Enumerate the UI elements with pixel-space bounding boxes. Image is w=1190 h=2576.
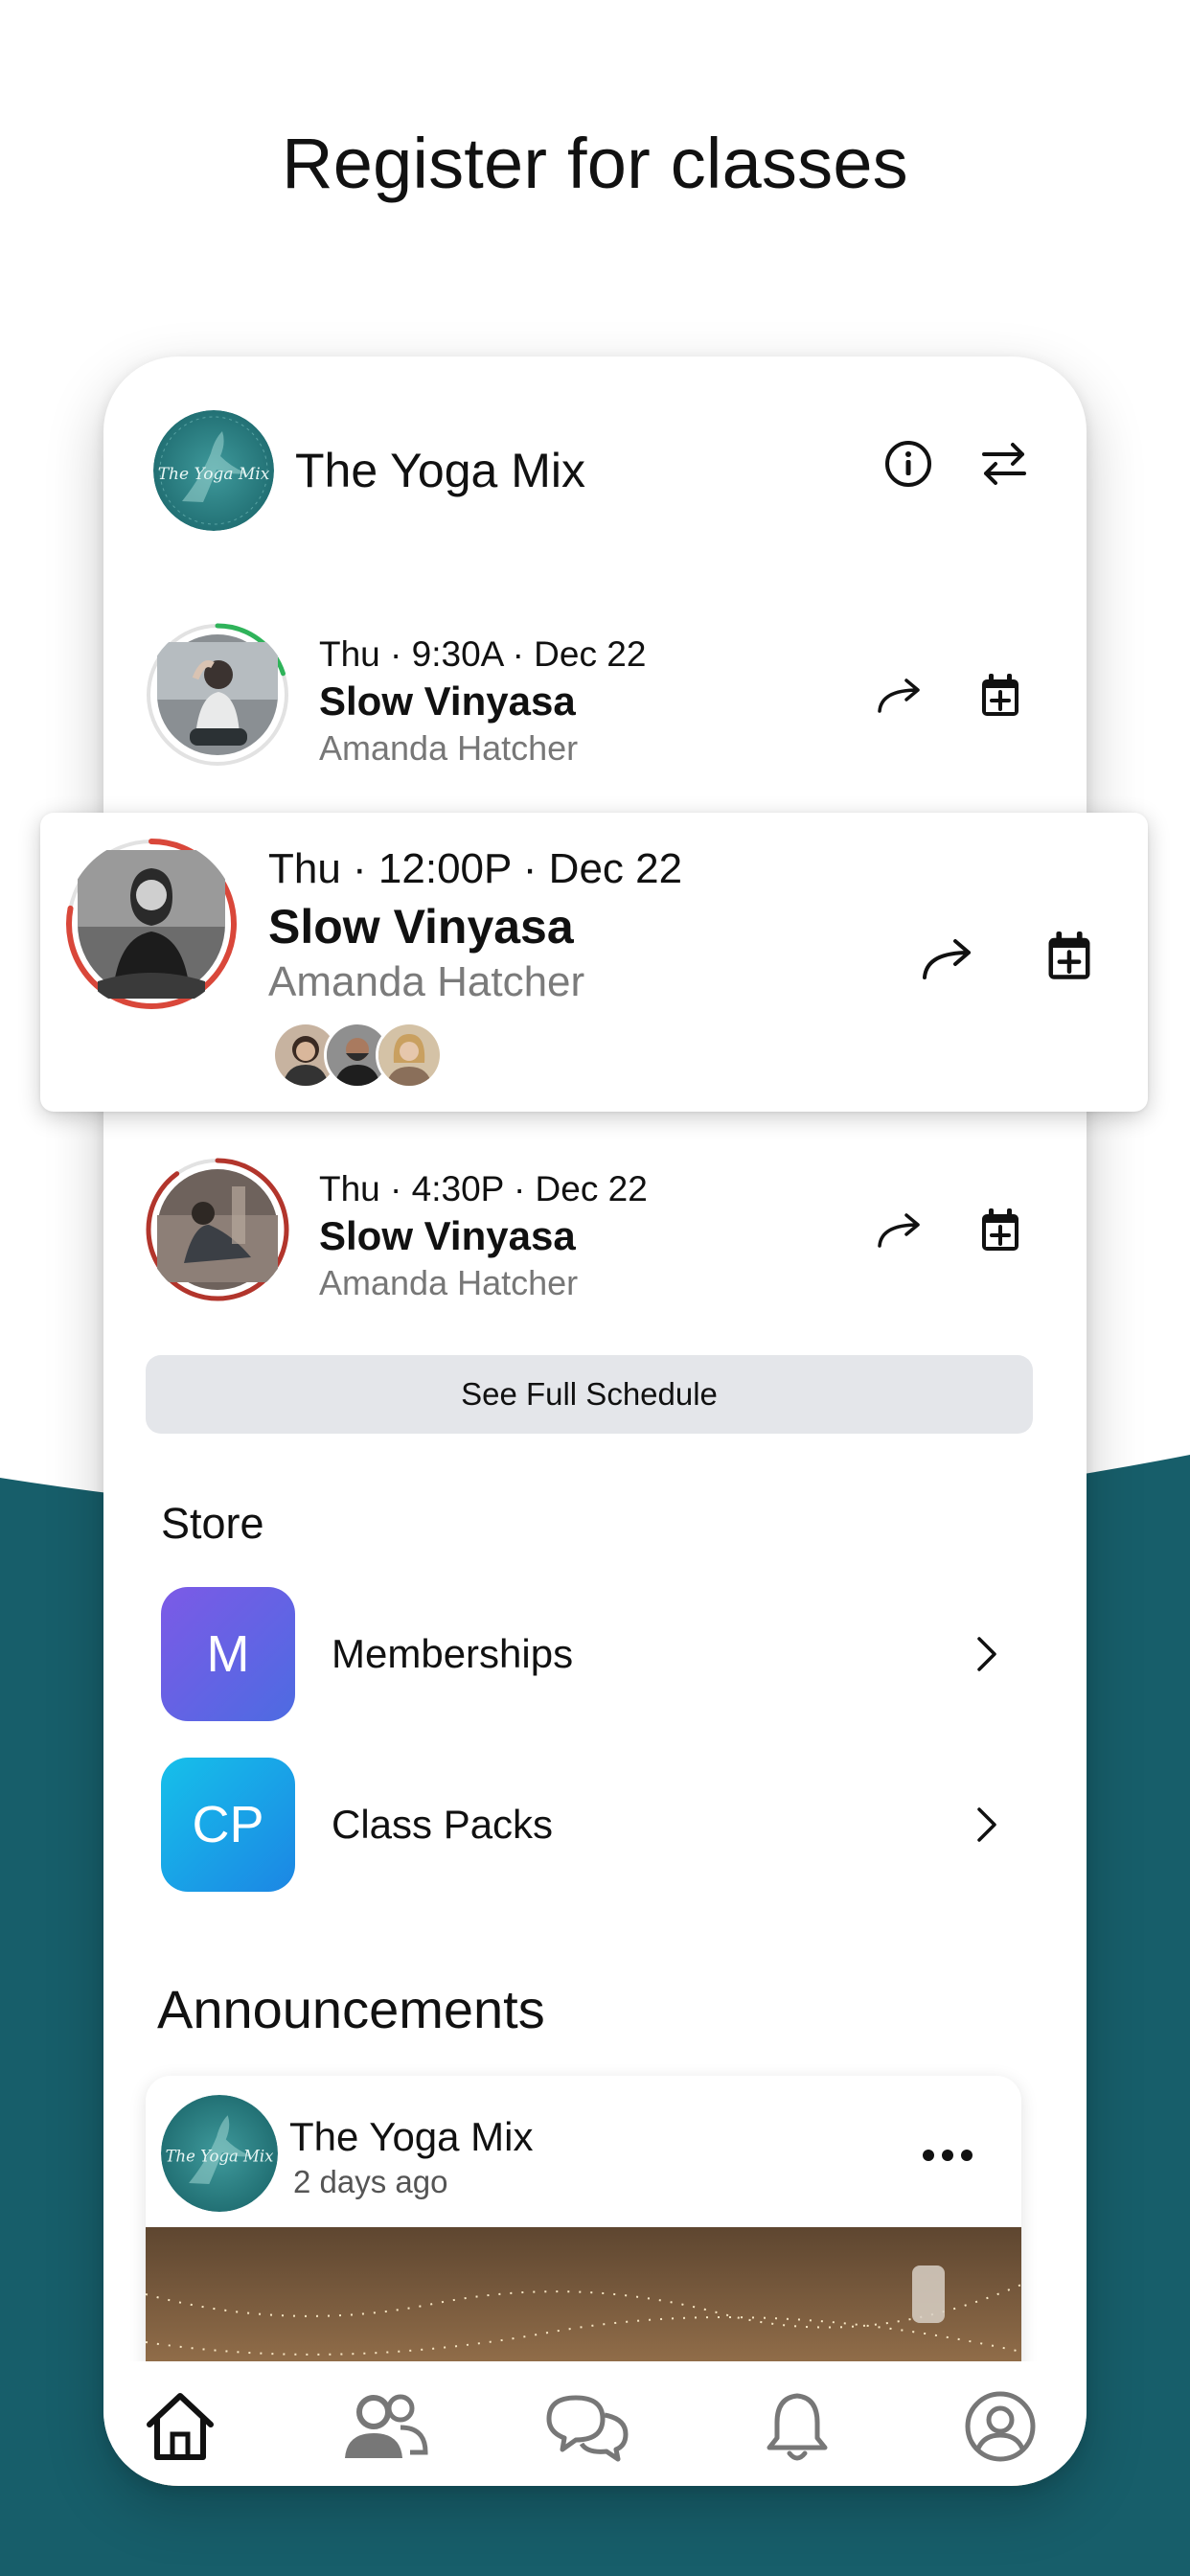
add-to-calendar-icon[interactable] xyxy=(970,665,1031,726)
share-arrow-icon[interactable] xyxy=(916,926,983,993)
post-author: The Yoga Mix xyxy=(289,2114,534,2159)
logo-text: The Yoga Mix xyxy=(158,465,270,484)
add-to-calendar-icon[interactable] xyxy=(970,1200,1031,1261)
class-title: Slow Vinyasa xyxy=(319,1213,576,1258)
people-icon[interactable] xyxy=(337,2379,433,2474)
home-icon[interactable] xyxy=(132,2379,228,2474)
store-item-class-packs[interactable]: CP Class Packs xyxy=(161,1758,1029,1892)
instructor-avatar xyxy=(146,623,289,767)
store-item-memberships[interactable]: M Memberships xyxy=(161,1587,1029,1721)
see-full-schedule-button[interactable]: See Full Schedule xyxy=(146,1355,1033,1434)
phone-screen: The Yoga Mix The Yoga Mix Thu · 9:30A · … xyxy=(103,356,1087,2486)
class-title: Slow Vinyasa xyxy=(268,900,574,954)
store-title: Store xyxy=(161,1499,264,1548)
attendee-avatars[interactable] xyxy=(272,1022,445,1089)
class-teacher: Amanda Hatcher xyxy=(319,1263,579,1302)
class-title: Slow Vinyasa xyxy=(319,678,576,724)
class-row[interactable]: Thu · 9:30A · Dec 22 Slow Vinyasa Amanda… xyxy=(103,623,1087,776)
bell-icon[interactable] xyxy=(749,2379,845,2474)
class-teacher: Amanda Hatcher xyxy=(319,728,579,768)
swap-arrows-icon[interactable] xyxy=(975,435,1033,493)
add-to-calendar-icon[interactable] xyxy=(1035,922,1104,991)
class-datetime: Thu · 12:00P · Dec 22 xyxy=(268,845,683,892)
more-options-icon[interactable] xyxy=(922,2149,973,2167)
memberships-tile: M xyxy=(161,1587,295,1721)
store-item-label: Memberships xyxy=(332,1631,574,1676)
chat-icon[interactable] xyxy=(538,2379,634,2474)
post-time: 2 days ago xyxy=(293,2164,448,2199)
bottom-tab-bar xyxy=(103,2361,1087,2486)
studio-logo[interactable]: The Yoga Mix xyxy=(153,410,274,531)
post-author-avatar: The Yoga Mix xyxy=(161,2095,278,2212)
info-icon[interactable] xyxy=(880,435,937,493)
featured-class-card[interactable]: Thu · 12:00P · Dec 22 Slow Vinyasa Amand… xyxy=(40,813,1148,1112)
page-headline: Register for classes xyxy=(282,124,908,203)
class-teacher: Amanda Hatcher xyxy=(268,958,585,1005)
instructor-avatar xyxy=(146,1158,289,1301)
profile-icon[interactable] xyxy=(952,2379,1048,2474)
studio-name: The Yoga Mix xyxy=(295,444,585,497)
logo-text: The Yoga Mix xyxy=(166,2148,275,2166)
instructor-avatar xyxy=(65,838,238,1010)
announcements-title: Announcements xyxy=(157,1979,545,2039)
class-row[interactable]: Thu · 4:30P · Dec 22 Slow Vinyasa Amanda… xyxy=(103,1158,1087,1311)
share-arrow-icon[interactable] xyxy=(870,665,931,726)
chevron-right-icon xyxy=(975,1806,998,1849)
class-packs-tile: CP xyxy=(161,1758,295,1892)
class-datetime: Thu · 4:30P · Dec 22 xyxy=(319,1169,648,1208)
attendee-avatar xyxy=(376,1022,443,1089)
share-arrow-icon[interactable] xyxy=(870,1200,931,1261)
class-datetime: Thu · 9:30A · Dec 22 xyxy=(319,634,647,674)
store-item-label: Class Packs xyxy=(332,1802,554,1847)
chevron-right-icon xyxy=(975,1635,998,1678)
